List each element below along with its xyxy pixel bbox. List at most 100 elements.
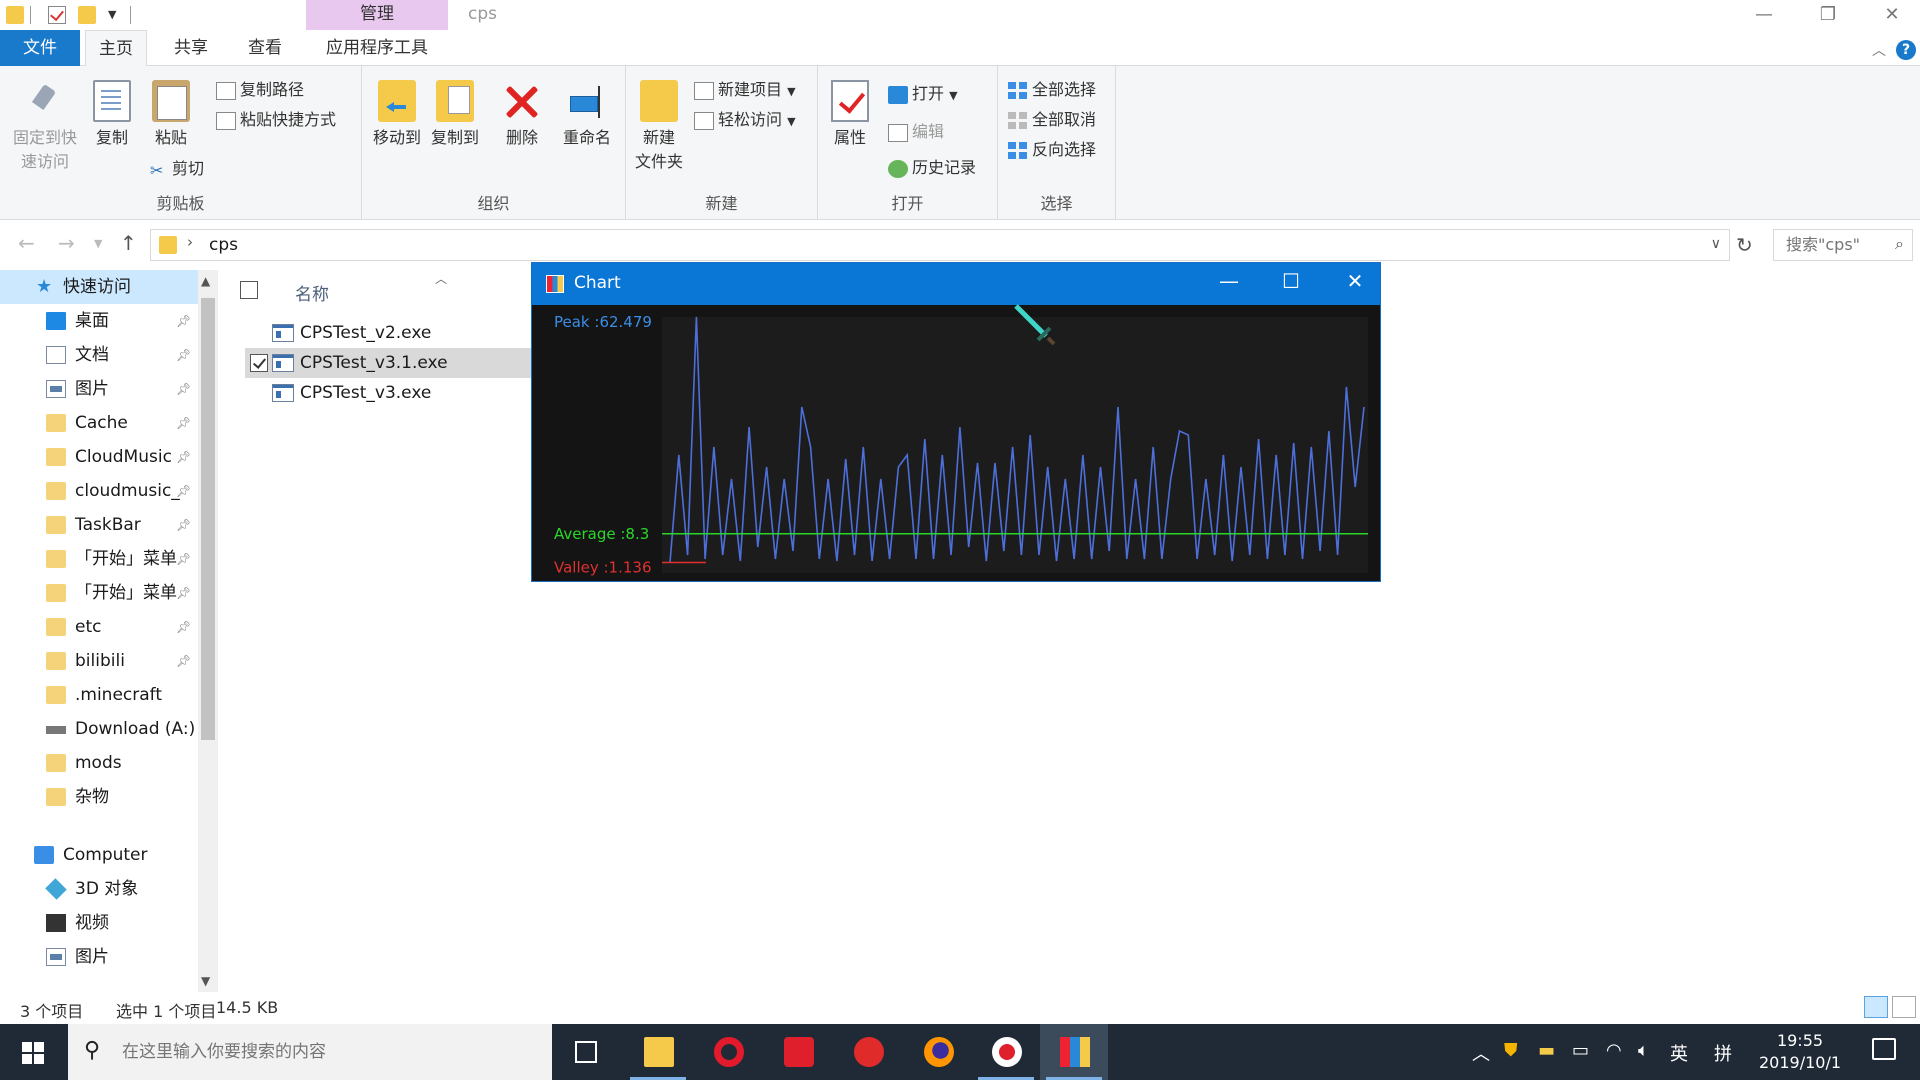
nav-item[interactable]: 桌面 📌︎ — [0, 304, 200, 338]
manage-context-tab[interactable]: 管理 — [306, 0, 448, 30]
tab-file[interactable]: 文件 — [0, 30, 80, 66]
tab-home[interactable]: 主页 — [85, 30, 147, 67]
new-folder-button[interactable]: 新建 文件夹 — [632, 80, 686, 174]
refresh-icon[interactable]: ↻ — [1736, 233, 1753, 257]
nav-item[interactable]: 杂物 — [0, 780, 200, 814]
taskbar-youdao[interactable] — [764, 1024, 832, 1080]
nav-item[interactable]: .minecraft — [0, 678, 200, 712]
restore-button[interactable]: ❐ — [1798, 0, 1858, 30]
pin-icon[interactable]: 📌︎ — [176, 338, 191, 372]
edit-button[interactable]: 编辑 — [888, 118, 944, 146]
clock[interactable]: 19:55 2019/10/1 — [1752, 1030, 1848, 1074]
taskbar-opera[interactable] — [694, 1024, 762, 1080]
show-hidden-icons-icon[interactable]: ︿ — [1472, 1040, 1490, 1066]
up-arrow-icon[interactable]: ↑ — [120, 231, 137, 255]
chart-maximize-button[interactable]: ☐ — [1266, 269, 1316, 293]
address-path[interactable]: cps — [209, 235, 238, 255]
tab-view[interactable]: 查看 — [234, 30, 296, 66]
pin-icon[interactable]: 📌︎ — [176, 644, 191, 678]
chart-window-titlebar[interactable]: Chart — ☐ ✕ — [532, 263, 1380, 305]
pin-icon[interactable]: 📌︎ — [176, 576, 191, 610]
taskbar-search-input[interactable] — [122, 1038, 522, 1066]
scrollbar-thumb[interactable] — [201, 298, 215, 740]
nav-item[interactable]: 「开始」菜单 📌︎ — [0, 542, 200, 576]
nav-item[interactable]: etc 📌︎ — [0, 610, 200, 644]
large-icons-view-icon[interactable] — [1892, 996, 1916, 1018]
scroll-up-icon[interactable]: ▲ — [201, 274, 210, 288]
search-input[interactable] — [1786, 230, 1886, 258]
battery-icon[interactable]: ▭ — [1572, 1040, 1589, 1061]
pin-icon[interactable]: 📌︎ — [176, 372, 191, 406]
pin-icon[interactable]: 📌︎ — [176, 610, 191, 644]
file-row[interactable]: CPSTest_v3.exe — [245, 378, 550, 408]
pin-icon[interactable]: 📌︎ — [176, 474, 191, 508]
nav-item[interactable]: TaskBar 📌︎ — [0, 508, 200, 542]
copy-to-button[interactable]: 复制到 — [428, 80, 482, 150]
column-name-header[interactable]: 名称 — [295, 280, 329, 305]
nav-item[interactable]: 3D 对象 — [0, 872, 200, 906]
ime-language-indicator[interactable]: 英 — [1670, 1040, 1688, 1066]
history-button[interactable]: 历史记录 — [888, 154, 976, 182]
nav-item[interactable]: 视频 — [0, 906, 200, 940]
open-button[interactable]: 打开 ▼ — [888, 80, 958, 108]
search-field[interactable]: ⌕ — [1773, 229, 1913, 261]
nav-item[interactable]: Cache 📌︎ — [0, 406, 200, 440]
file-row[interactable]: CPSTest_v2.exe — [245, 318, 550, 348]
chevron-down-icon[interactable]: ∨ — [1711, 236, 1721, 252]
nav-scrollbar[interactable]: ▲ ▼ — [198, 270, 218, 992]
nav-item[interactable]: CloudMusic 📌︎ — [0, 440, 200, 474]
tab-share[interactable]: 共享 — [160, 30, 222, 66]
help-icon[interactable]: ? — [1896, 40, 1916, 60]
nav-item[interactable]: 文档 📌︎ — [0, 338, 200, 372]
copy-path-button[interactable]: 复制路径 — [216, 76, 304, 104]
ime-mode-indicator[interactable]: 拼 — [1714, 1040, 1732, 1066]
forward-arrow-icon[interactable]: → — [58, 231, 75, 255]
cut-button[interactable]: 剪切 — [148, 155, 204, 185]
new-item-button[interactable]: 新建项目 ▼ — [694, 76, 796, 104]
nav-quick-access[interactable]: 快速访问 — [0, 270, 200, 304]
move-to-button[interactable]: 移动到 — [370, 80, 424, 150]
chevron-right-icon[interactable]: › — [187, 233, 193, 251]
nav-item[interactable]: mods — [0, 746, 200, 780]
select-none-button[interactable]: 全部取消 — [1008, 106, 1096, 134]
pin-icon[interactable]: 📌︎ — [176, 440, 191, 474]
rename-button[interactable]: 重命名 — [556, 80, 618, 150]
pin-icon[interactable]: 📌︎ — [176, 304, 191, 338]
back-arrow-icon[interactable]: ← — [18, 231, 35, 255]
nav-item[interactable]: Download (A:) — [0, 712, 200, 746]
delete-button[interactable]: 删除 — [500, 80, 544, 150]
details-view-icon[interactable] — [1864, 996, 1888, 1018]
taskbar-file-explorer[interactable] — [624, 1024, 692, 1080]
select-all-button[interactable]: 全部选择 — [1008, 76, 1096, 104]
nav-item[interactable]: bilibili 📌︎ — [0, 644, 200, 678]
recent-locations-icon[interactable]: ▼ — [94, 237, 102, 250]
close-button[interactable]: ✕ — [1862, 0, 1920, 30]
select-all-checkbox[interactable] — [240, 281, 258, 299]
nav-item[interactable]: 图片 📌︎ — [0, 372, 200, 406]
volume-icon[interactable]: 🔈︎ — [1638, 1040, 1649, 1061]
pin-icon[interactable]: 📌︎ — [176, 508, 191, 542]
start-button[interactable] — [0, 1024, 68, 1080]
nav-computer[interactable]: Computer — [0, 838, 200, 872]
chart-close-button[interactable]: ✕ — [1330, 269, 1380, 293]
task-view-button[interactable] — [552, 1024, 620, 1080]
easy-access-button[interactable]: 轻松访问 ▼ — [694, 106, 796, 134]
nav-item[interactable]: cloudmusic_ 📌︎ — [0, 474, 200, 508]
customize-quick-access-icon[interactable]: ▼ — [108, 8, 116, 21]
nav-item[interactable]: 图片 — [0, 940, 200, 974]
new-folder-quick-icon[interactable] — [78, 6, 96, 24]
paste-shortcut-button[interactable]: 粘贴快捷方式 — [216, 106, 336, 134]
security-shield-icon[interactable]: ⛊ — [1504, 1040, 1518, 1061]
invert-selection-button[interactable]: 反向选择 — [1008, 136, 1096, 164]
copy-button[interactable]: 复制 — [90, 80, 134, 150]
file-checkbox[interactable] — [250, 354, 268, 372]
taskbar-netease-music[interactable] — [834, 1024, 902, 1080]
pin-icon[interactable]: 📌︎ — [176, 542, 191, 576]
pin-icon[interactable]: 📌︎ — [176, 406, 191, 440]
properties-button[interactable]: 属性 — [828, 80, 872, 150]
taskbar-chart-app[interactable] — [1040, 1024, 1108, 1080]
tab-application-tools[interactable]: 应用程序工具 — [306, 30, 448, 66]
wifi-icon[interactable]: ◠ — [1606, 1040, 1622, 1061]
notification-center-icon[interactable] — [1872, 1038, 1896, 1060]
folder-tray-icon[interactable]: ▬ — [1538, 1040, 1555, 1061]
